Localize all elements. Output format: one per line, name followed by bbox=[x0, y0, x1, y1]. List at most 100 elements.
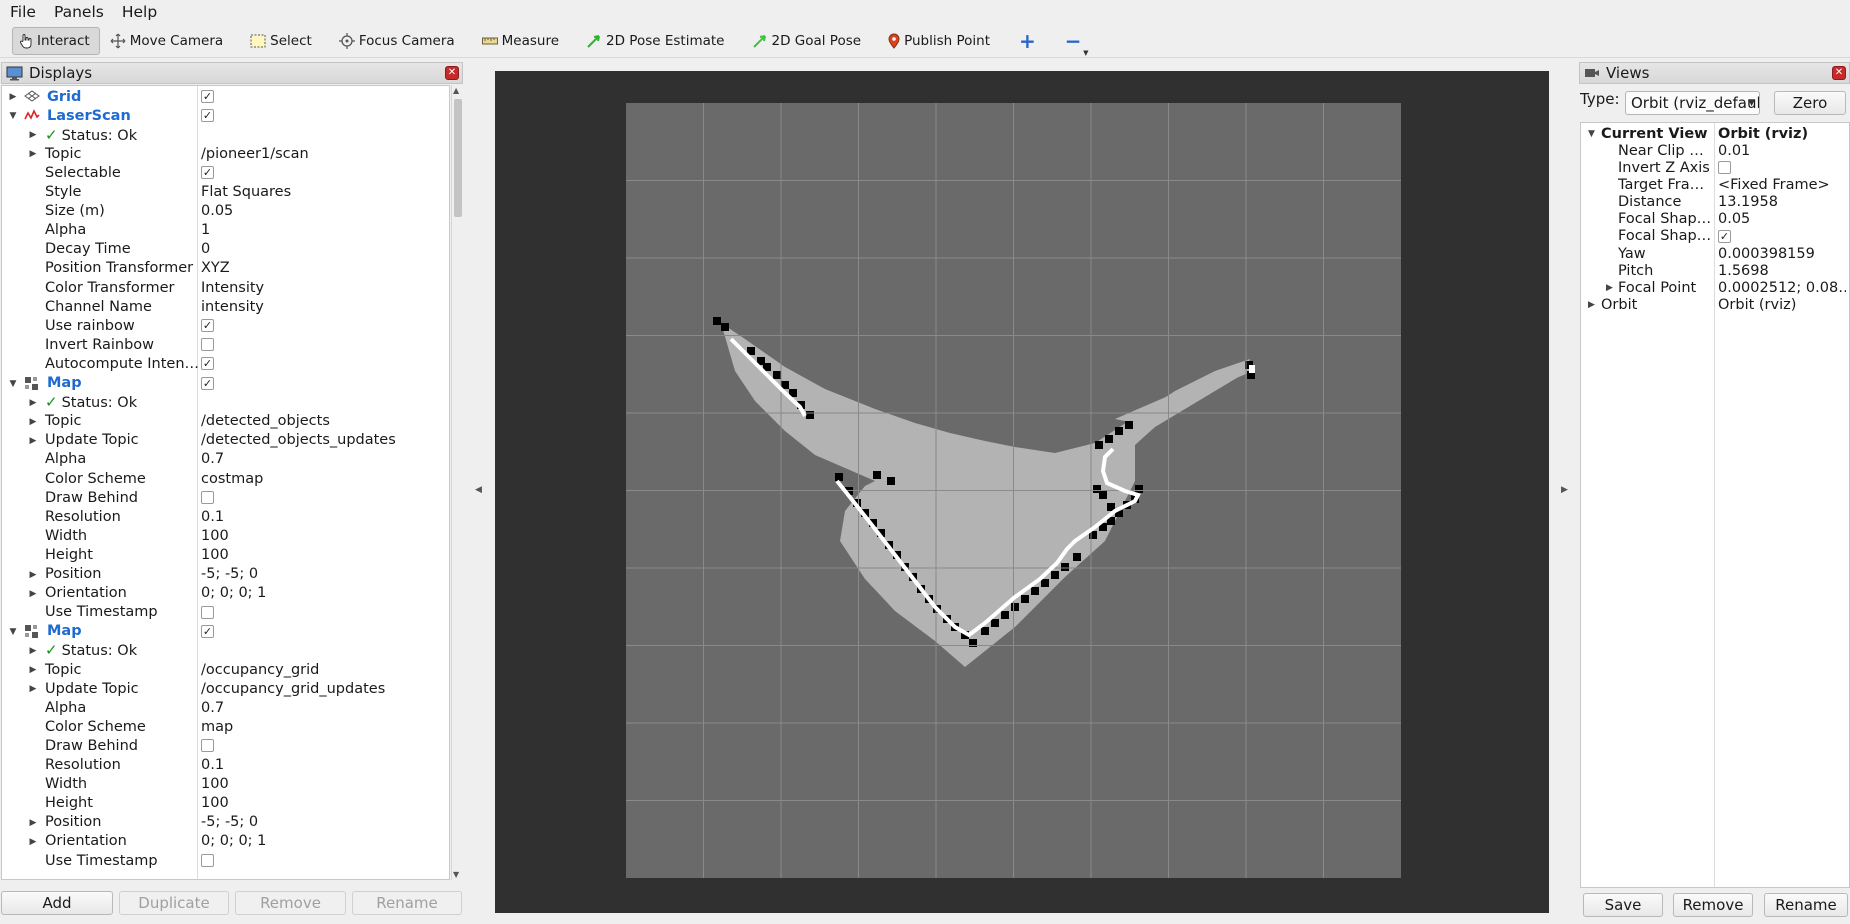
property-row[interactable]: Style Flat Squares bbox=[2, 183, 449, 202]
expand-right-icon[interactable]: ▶ bbox=[28, 149, 38, 159]
rename-view-button[interactable]: Rename bbox=[1764, 893, 1848, 917]
property-row[interactable]: Draw Behind bbox=[2, 736, 449, 755]
property-row[interactable]: Alpha 0.7 bbox=[2, 450, 449, 469]
view-property-value[interactable]: 0.0002512; 0.08… bbox=[1718, 280, 1846, 296]
property-value[interactable]: XYZ bbox=[201, 260, 230, 276]
property-value[interactable]: 100 bbox=[201, 547, 229, 563]
menu-panels[interactable]: Panels bbox=[44, 3, 112, 21]
checkbox-checked[interactable]: ✓ bbox=[201, 357, 214, 371]
expand-right-icon[interactable]: ▶ bbox=[28, 398, 38, 408]
property-row[interactable]: ▶ Position -5; -5; 0 bbox=[2, 565, 449, 584]
display-map[interactable]: ▼ Map ✓ bbox=[2, 622, 449, 641]
property-row[interactable]: Resolution 0.1 bbox=[2, 507, 449, 526]
property-row[interactable]: Color Transformer Intensity bbox=[2, 278, 449, 297]
interact-tool-button[interactable]: Interact bbox=[12, 27, 100, 55]
remove-view-button[interactable]: Remove bbox=[1673, 893, 1753, 917]
scroll-up-icon[interactable]: ▲ bbox=[453, 86, 459, 95]
displays-scrollbar[interactable]: ▲ ▼ bbox=[451, 85, 463, 880]
checkbox-unchecked[interactable] bbox=[201, 854, 214, 867]
expand-right-icon[interactable]: ▶ bbox=[28, 684, 38, 694]
expand-right-icon[interactable]: ▶ bbox=[28, 837, 38, 847]
checkbox-checked[interactable]: ✓ bbox=[201, 109, 214, 123]
view-property-value[interactable]: 0.05 bbox=[1718, 211, 1846, 227]
duplicate-display-button[interactable]: Duplicate bbox=[119, 891, 229, 915]
checkbox-checked[interactable]: ✓ bbox=[201, 376, 214, 390]
property-row[interactable]: ▶ Topic/occupancy_grid bbox=[2, 660, 449, 679]
remove-display-button[interactable]: Remove bbox=[235, 891, 346, 915]
display-laserscan[interactable]: ▼ LaserScan ✓ bbox=[2, 106, 449, 125]
property-row[interactable]: ▶ Update Topic/occupancy_grid_updates bbox=[2, 679, 449, 698]
focus-camera-tool-button[interactable]: Focus Camera bbox=[333, 27, 464, 55]
property-value[interactable]: 0 bbox=[201, 241, 210, 257]
property-row[interactable]: Height 100 bbox=[2, 545, 449, 564]
property-row[interactable]: ▶ ✓ Status: Ok bbox=[2, 641, 449, 660]
property-row[interactable]: ▶ Topic/detected_objects bbox=[2, 412, 449, 431]
property-row[interactable]: Invert Rainbow bbox=[2, 335, 449, 354]
expand-right-icon[interactable]: ▶ bbox=[28, 646, 38, 656]
property-row[interactable]: Use Timestamp bbox=[2, 603, 449, 622]
property-row[interactable]: Alpha 0.7 bbox=[2, 698, 449, 717]
view-property-value[interactable]: <Fixed Frame> bbox=[1718, 177, 1846, 193]
view-property-value[interactable]: 0.01 bbox=[1718, 143, 1846, 159]
property-value[interactable]: intensity bbox=[201, 299, 264, 315]
property-value[interactable]: /pioneer1/scan bbox=[201, 146, 309, 162]
expand-right-icon[interactable]: ▶ bbox=[1606, 283, 1613, 293]
property-row[interactable]: ▶ Orientation 0; 0; 0; 1 bbox=[2, 584, 449, 603]
view-property-value[interactable]: Orbit (rviz) bbox=[1718, 126, 1846, 142]
checkbox-checked[interactable]: ✓ bbox=[201, 624, 214, 638]
expand-down-icon[interactable]: ▼ bbox=[8, 379, 18, 389]
close-displays-button[interactable]: ✕ bbox=[445, 66, 459, 80]
menu-help[interactable]: Help bbox=[112, 3, 165, 21]
scrollbar-thumb[interactable] bbox=[454, 99, 462, 217]
property-value[interactable]: 0.1 bbox=[201, 509, 224, 525]
expand-right-icon[interactable]: ▶ bbox=[28, 436, 38, 446]
checkbox-checked[interactable]: ✓ bbox=[201, 319, 214, 333]
property-row[interactable]: Autocompute Inten… ✓ bbox=[2, 354, 449, 373]
pose-estimate-tool-button[interactable]: 2D Pose Estimate bbox=[580, 27, 733, 55]
right-splitter-arrow-icon[interactable]: ▶ bbox=[1561, 485, 1568, 495]
save-view-button[interactable]: Save bbox=[1583, 893, 1663, 917]
checkbox-checked[interactable]: ✓ bbox=[201, 166, 214, 180]
property-row[interactable]: Decay Time 0 bbox=[2, 240, 449, 259]
view-property-row[interactable]: Invert Z Axis bbox=[1581, 159, 1849, 176]
checkbox-unchecked[interactable] bbox=[201, 491, 214, 505]
expand-right-icon[interactable]: ▶ bbox=[28, 417, 38, 427]
property-row[interactable]: Size (m) 0.05 bbox=[2, 202, 449, 221]
property-value[interactable]: 0.7 bbox=[201, 451, 224, 467]
view-property-row[interactable]: Distance 13.1958 bbox=[1581, 194, 1849, 211]
property-row[interactable]: Color Scheme map bbox=[2, 717, 449, 736]
view-property-value[interactable]: 1.5698 bbox=[1718, 263, 1846, 279]
property-value[interactable]: map bbox=[201, 719, 233, 735]
close-views-button[interactable]: ✕ bbox=[1832, 66, 1846, 80]
property-value[interactable]: 100 bbox=[201, 795, 229, 811]
property-row[interactable]: Use rainbow ✓ bbox=[2, 316, 449, 335]
add-display-button[interactable]: Add bbox=[1, 891, 113, 915]
view-property-row[interactable]: ▼ Current View Orbit (rviz) bbox=[1581, 125, 1849, 142]
property-value[interactable]: 100 bbox=[201, 528, 229, 544]
expand-down-icon[interactable]: ▼ bbox=[8, 111, 18, 121]
display-map[interactable]: ▼ Map ✓ bbox=[2, 374, 449, 393]
checkbox-checked[interactable]: ✓ bbox=[201, 90, 214, 103]
select-tool-button[interactable]: Select bbox=[244, 27, 321, 55]
view-property-value[interactable]: 13.1958 bbox=[1718, 194, 1846, 210]
expand-right-icon[interactable]: ▶ bbox=[28, 589, 38, 599]
expand-right-icon[interactable]: ▶ bbox=[8, 92, 18, 102]
property-row[interactable]: Width 100 bbox=[2, 775, 449, 794]
view-property-row[interactable]: Pitch 1.5698 bbox=[1581, 262, 1849, 279]
rename-display-button[interactable]: Rename bbox=[352, 891, 462, 915]
property-value[interactable]: 0.7 bbox=[201, 700, 224, 716]
menu-file[interactable]: File bbox=[0, 3, 44, 21]
property-value[interactable]: 0.05 bbox=[201, 203, 233, 219]
property-row[interactable]: ▶ Position -5; -5; 0 bbox=[2, 813, 449, 832]
checkbox-unchecked[interactable] bbox=[201, 605, 214, 619]
measure-tool-button[interactable]: Measure bbox=[476, 27, 568, 55]
expand-right-icon[interactable]: ▶ bbox=[28, 130, 38, 140]
property-row[interactable]: ▶ Update Topic/detected_objects_updates bbox=[2, 431, 449, 450]
scroll-down-icon[interactable]: ▼ bbox=[453, 870, 459, 879]
view-property-row[interactable]: ▶ Focal Point 0.0002512; 0.08… bbox=[1581, 279, 1849, 296]
view-property-row[interactable]: Near Clip … 0.01 bbox=[1581, 142, 1849, 159]
expand-down-icon[interactable]: ▼ bbox=[8, 627, 18, 637]
add-tool-button[interactable]: + bbox=[1013, 27, 1045, 55]
view-property-row[interactable]: Focal Shap… ✓ bbox=[1581, 228, 1849, 245]
expand-right-icon[interactable]: ▶ bbox=[28, 570, 38, 580]
